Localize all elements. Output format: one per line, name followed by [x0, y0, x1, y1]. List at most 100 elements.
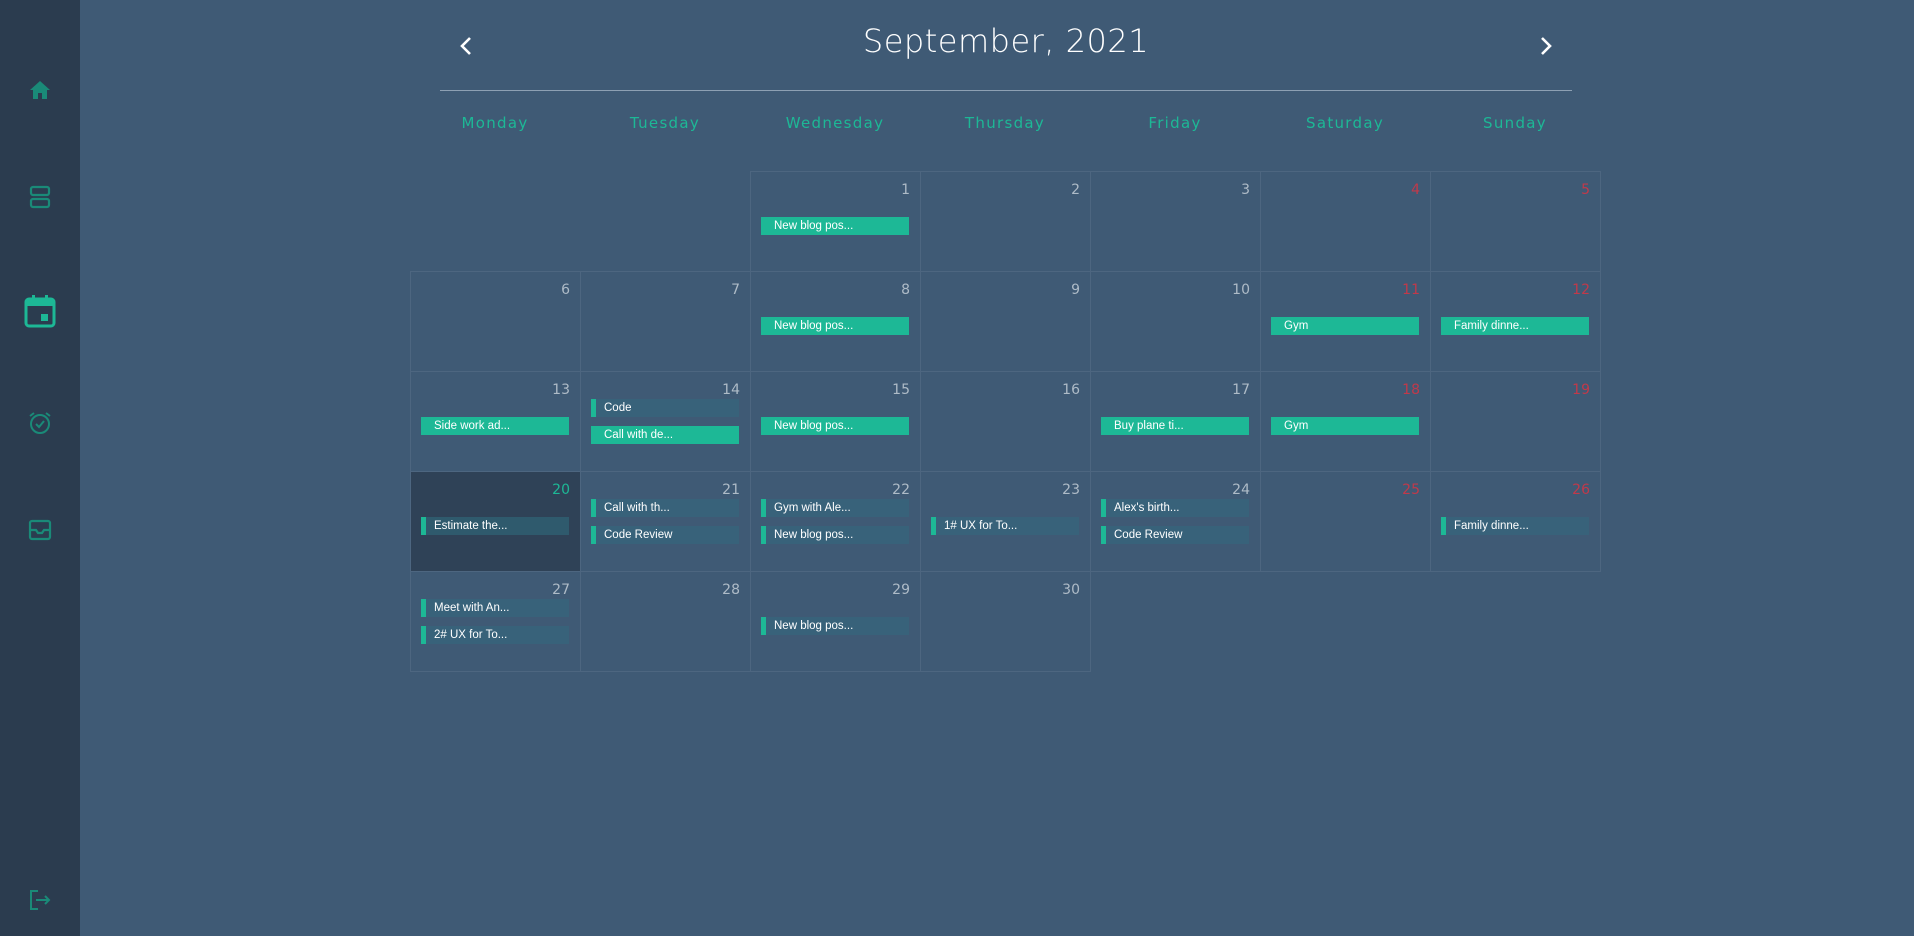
calendar-event[interactable]: Gym: [1271, 417, 1419, 435]
calendar-main: September, 2021 Monday Tuesday Wednesday…: [80, 0, 1914, 936]
sidebar: [0, 0, 80, 936]
alarm-icon[interactable]: [0, 403, 80, 443]
weekday-label: Sunday: [1483, 114, 1547, 132]
calendar-day-cell[interactable]: 7: [580, 271, 751, 372]
day-number: 28: [722, 582, 740, 598]
day-number: 21: [722, 482, 740, 498]
day-number: 25: [1402, 482, 1420, 498]
calendar-event[interactable]: Code: [591, 399, 739, 417]
calendar-event[interactable]: Side work ad...: [421, 417, 569, 435]
calendar-event[interactable]: Code Review: [591, 526, 739, 544]
calendar-event[interactable]: New blog pos...: [761, 617, 909, 635]
weekday-label: Tuesday: [629, 114, 701, 132]
calendar-day-cell[interactable]: 16: [920, 371, 1091, 472]
calendar-day-cell[interactable]: 17 Buy plane ti...: [1090, 371, 1261, 472]
calendar-event[interactable]: Code Review: [1101, 526, 1249, 544]
day-number: 20: [552, 482, 570, 498]
calendar-event[interactable]: Alex's birth...: [1101, 499, 1249, 517]
calendar-day-cell[interactable]: 10: [1090, 271, 1261, 372]
day-number: 23: [1062, 482, 1080, 498]
calendar-day-cell[interactable]: 5: [1430, 171, 1601, 272]
calendar-day-cell[interactable]: 23 1# UX for To...: [920, 471, 1091, 572]
layout-icon[interactable]: [0, 177, 80, 217]
calendar-day-cell[interactable]: 27 Meet with An... 2# UX for To...: [410, 571, 581, 672]
day-number: 5: [1581, 182, 1590, 198]
calendar-day-cell[interactable]: 21 Call with th... Code Review: [580, 471, 751, 572]
day-number: 14: [722, 382, 740, 398]
calendar-event[interactable]: Estimate the...: [421, 517, 569, 535]
calendar-day-cell[interactable]: 1 New blog pos...: [750, 171, 921, 272]
chevron-right-icon[interactable]: [1528, 28, 1564, 64]
day-number: 13: [552, 382, 570, 398]
weekday-label: Thursday: [964, 114, 1046, 132]
day-number: 2: [1071, 182, 1080, 198]
weekday-label: Monday: [461, 114, 529, 132]
calendar-event[interactable]: New blog pos...: [761, 417, 909, 435]
calendar-day-cell[interactable]: 18 Gym: [1260, 371, 1431, 472]
calendar-event[interactable]: New blog pos...: [761, 217, 909, 235]
calendar-event[interactable]: Family dinne...: [1441, 317, 1589, 335]
calendar-event[interactable]: 1# UX for To...: [931, 517, 1079, 535]
day-number: 4: [1411, 182, 1420, 198]
day-number: 3: [1241, 182, 1250, 198]
day-number: 26: [1572, 482, 1590, 498]
home-icon[interactable]: [0, 70, 80, 110]
calendar-day-cell[interactable]: 25: [1260, 471, 1431, 572]
day-number: 18: [1402, 382, 1420, 398]
calendar-day-cell[interactable]: 4: [1260, 171, 1431, 272]
day-number: 27: [552, 582, 570, 598]
calendar-day-cell[interactable]: 12 Family dinne...: [1430, 271, 1601, 372]
calendar-event[interactable]: Family dinne...: [1441, 517, 1589, 535]
calendar-day-cell[interactable]: 24 Alex's birth... Code Review: [1090, 471, 1261, 572]
calendar-day-cell[interactable]: 29 New blog pos...: [750, 571, 921, 672]
day-number: 24: [1232, 482, 1250, 498]
calendar-day-cell[interactable]: 22 Gym with Ale... New blog pos...: [750, 471, 921, 572]
calendar-day-cell[interactable]: 28: [580, 571, 751, 672]
calendar-day-cell[interactable]: 26 Family dinne...: [1430, 471, 1601, 572]
calendar-day-cell[interactable]: 15 New blog pos...: [750, 371, 921, 472]
calendar-event[interactable]: Buy plane ti...: [1101, 417, 1249, 435]
calendar-day-cell[interactable]: 11 Gym: [1260, 271, 1431, 372]
calendar-day-cell[interactable]: 2: [920, 171, 1091, 272]
calendar-day-cell[interactable]: 14 Code Call with de...: [580, 371, 751, 472]
day-number: 17: [1232, 382, 1250, 398]
calendar-grid: 1 New blog pos... 2 3 4 5 6 7 8 New blog pos... 9 1…: [410, 171, 1601, 672]
weekday-label: Saturday: [1306, 114, 1384, 132]
day-number: 7: [731, 282, 740, 298]
calendar-event[interactable]: New blog pos...: [761, 526, 909, 544]
day-number: 10: [1232, 282, 1250, 298]
day-number: 29: [892, 582, 910, 598]
weekday-label: Wednesday: [785, 114, 885, 132]
day-number: 12: [1572, 282, 1590, 298]
calendar-day-cell[interactable]: 19: [1430, 371, 1601, 472]
calendar-day-cell[interactable]: 20 Estimate the...: [410, 471, 581, 572]
calendar-cell-empty: [580, 171, 751, 272]
logout-icon[interactable]: [0, 880, 80, 920]
weekday-header: Monday Tuesday Wednesday Thursday Friday…: [410, 114, 1600, 138]
day-number: 22: [892, 482, 910, 498]
weekday-label: Friday: [1148, 114, 1202, 132]
day-number: 16: [1062, 382, 1080, 398]
day-number: 6: [561, 282, 570, 298]
header-divider: [440, 90, 1572, 91]
calendar-header: September, 2021: [440, 0, 1572, 92]
calendar-day-cell[interactable]: 3: [1090, 171, 1261, 272]
calendar-day-cell[interactable]: 13 Side work ad...: [410, 371, 581, 472]
calendar-event[interactable]: Meet with An...: [421, 599, 569, 617]
calendar-event[interactable]: New blog pos...: [761, 317, 909, 335]
calendar-event[interactable]: Gym with Ale...: [761, 499, 909, 517]
calendar-event[interactable]: Call with de...: [591, 426, 739, 444]
calendar-icon[interactable]: [0, 291, 80, 331]
calendar-event[interactable]: 2# UX for To...: [421, 626, 569, 644]
day-number: 19: [1572, 382, 1590, 398]
calendar-cell-empty: [410, 171, 581, 272]
calendar-event[interactable]: Call with th...: [591, 499, 739, 517]
calendar-event[interactable]: Gym: [1271, 317, 1419, 335]
day-number: 15: [892, 382, 910, 398]
inbox-icon[interactable]: [0, 510, 80, 550]
calendar-day-cell[interactable]: 30: [920, 571, 1091, 672]
calendar-day-cell[interactable]: 9: [920, 271, 1091, 372]
calendar-day-cell[interactable]: 8 New blog pos...: [750, 271, 921, 372]
month-title: September, 2021: [862, 22, 1150, 60]
calendar-day-cell[interactable]: 6: [410, 271, 581, 372]
